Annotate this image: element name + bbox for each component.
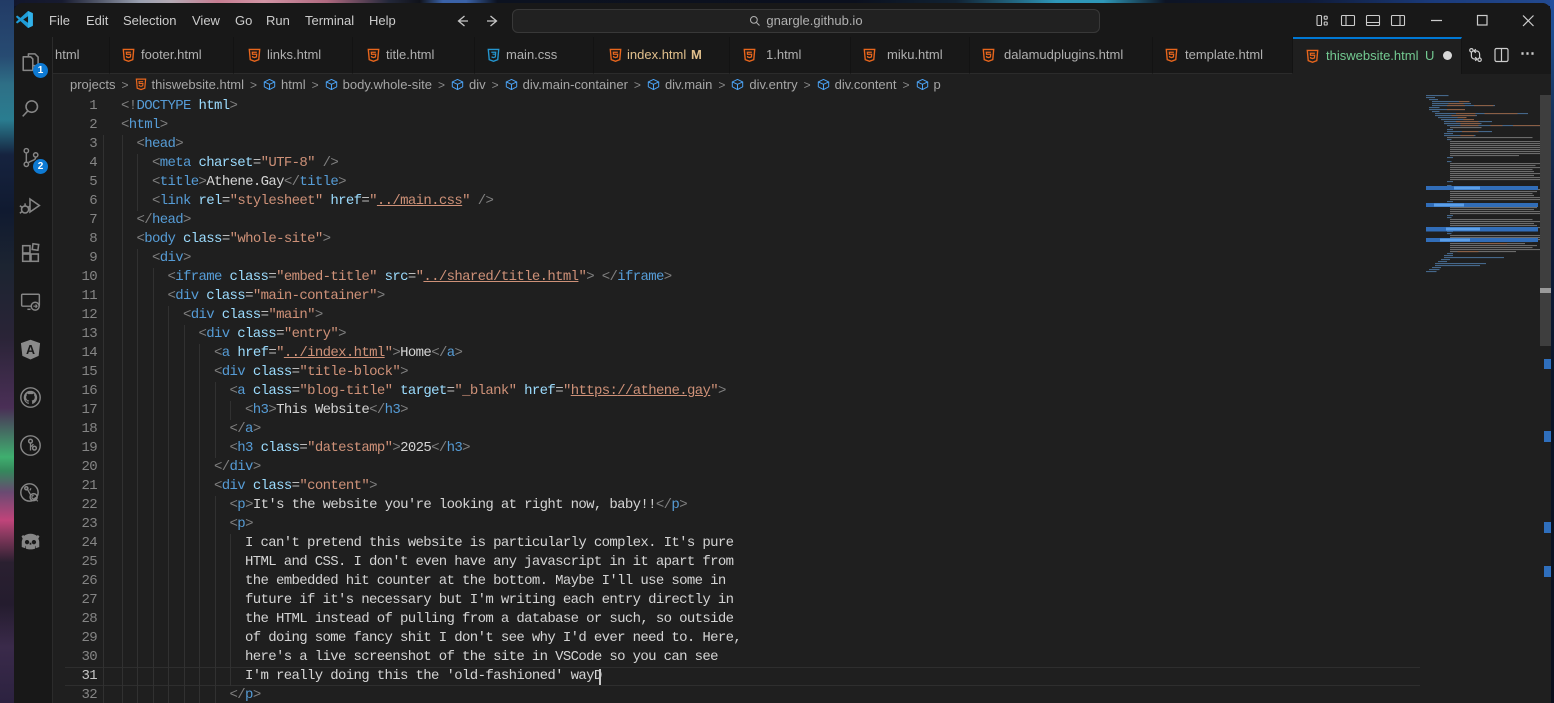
svg-text:A: A bbox=[26, 343, 35, 357]
